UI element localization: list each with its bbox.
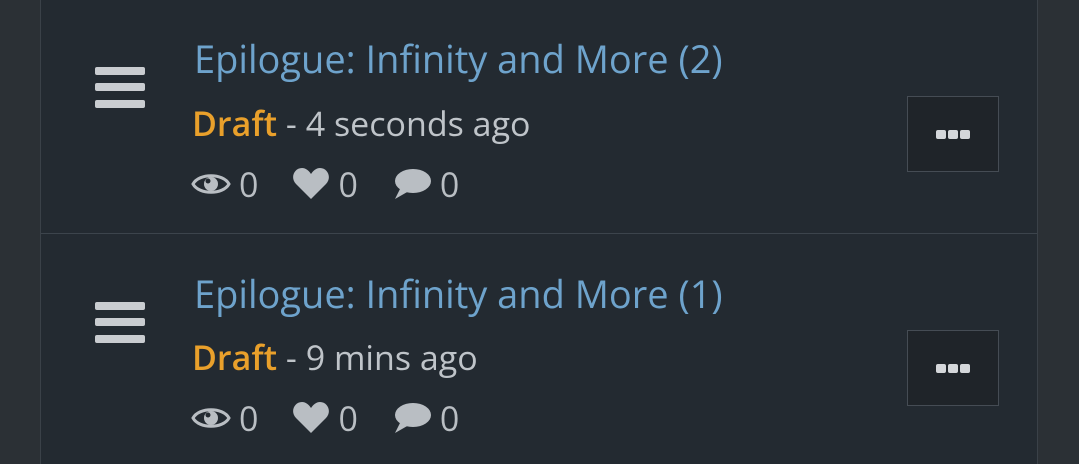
comments-count: 0 [439,161,460,207]
speech-bubble-icon [394,403,431,433]
post-timestamp: 9 mins ago [305,334,478,380]
views-stat: 0 [191,161,258,207]
post-title-link[interactable]: Epilogue: Infinity and More (2) [194,36,723,82]
heart-icon [293,402,330,433]
more-options-button[interactable] [907,96,999,172]
comments-stat: 0 [392,161,459,207]
likes-count: 0 [338,395,358,441]
post-row: Epilogue: Infinity and More (2) Draft - … [41,0,1037,234]
likes-stat: 0 [292,395,358,441]
speech-bubble-icon [394,169,431,199]
comments-count: 0 [439,395,460,441]
post-list: Epilogue: Infinity and More (2) Draft - … [40,0,1038,464]
comments-stat: 0 [392,395,459,441]
ellipsis-icon [935,363,971,373]
status-badge: Draft [192,334,278,380]
post-timestamp: 4 seconds ago [305,100,531,146]
drag-handle-icon[interactable] [95,302,145,343]
likes-stat: 0 [292,161,358,207]
views-count: 0 [239,161,259,207]
post-row: Epilogue: Infinity and More (1) Draft - … [41,234,1037,464]
ellipsis-icon [935,129,971,139]
eye-icon [191,174,231,194]
more-options-button[interactable] [907,330,999,406]
status-badge: Draft [192,100,278,146]
eye-icon [191,408,231,428]
drag-handle-icon[interactable] [95,67,145,108]
heart-icon [293,168,330,199]
post-title-link[interactable]: Epilogue: Infinity and More (1) [194,271,723,317]
views-stat: 0 [191,395,258,441]
post-stats: 0 0 0 [191,161,493,207]
likes-count: 0 [338,161,358,207]
post-stats: 0 0 0 [191,395,493,441]
meta-separator: - [277,100,306,146]
meta-separator: - [277,334,306,380]
post-meta: Draft - 9 mins ago [192,336,478,378]
views-count: 0 [239,395,259,441]
post-meta: Draft - 4 seconds ago [192,102,531,144]
